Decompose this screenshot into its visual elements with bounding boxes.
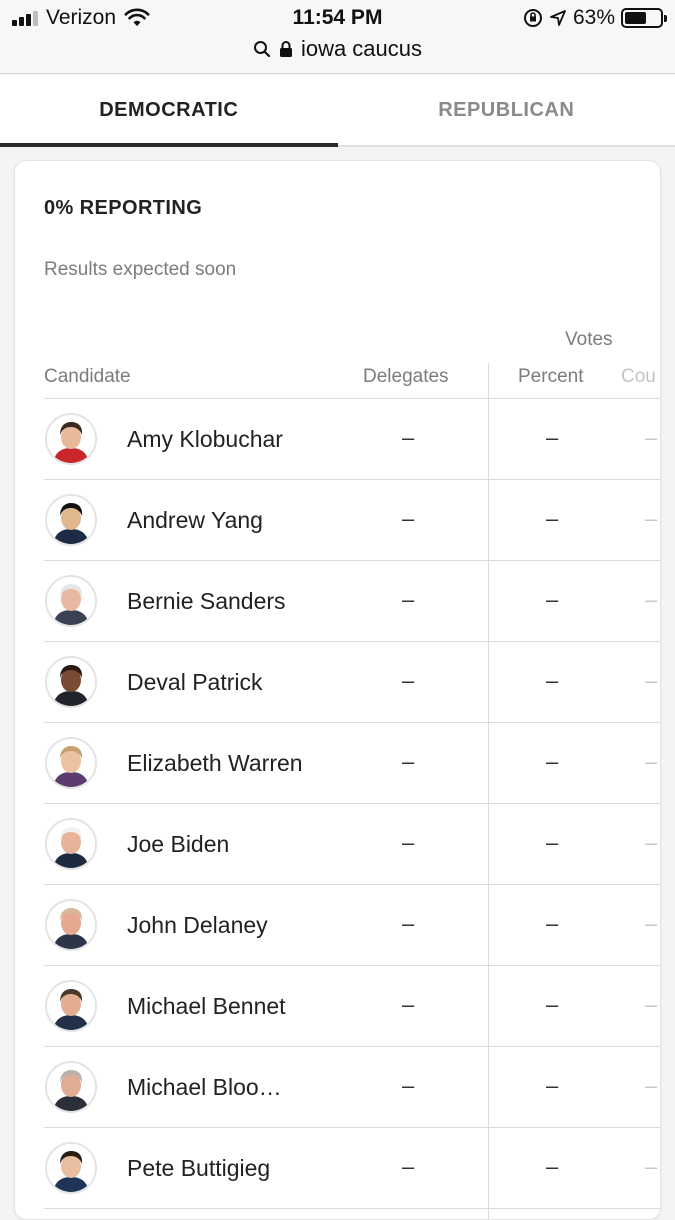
candidate-row[interactable]: Andrew Yang – – –	[44, 480, 660, 561]
candidate-name: Michael Bennet	[127, 993, 286, 1020]
candidate-row[interactable]: Joe Biden – – –	[44, 804, 660, 885]
candidate-row[interactable]: John Delaney – – –	[44, 885, 660, 966]
candidate-avatar	[45, 575, 97, 627]
reporting-status: 0% REPORTING	[44, 197, 202, 220]
delegates-value: –	[402, 506, 414, 532]
candidate-name: Andrew Yang	[127, 507, 263, 534]
results-card: 0% REPORTING Results expected soon Votes…	[14, 160, 661, 1220]
candidate-avatar	[45, 1142, 97, 1194]
candidate-row[interactable]: Michael Bennet – – –	[44, 966, 660, 1047]
candidate-name: Amy Klobuchar	[127, 426, 283, 453]
count-value: –	[645, 587, 657, 613]
candidate-avatar	[45, 1061, 97, 1113]
candidate-avatar	[45, 494, 97, 546]
percent-value: –	[546, 911, 558, 937]
orientation-lock-icon	[523, 8, 543, 28]
candidate-avatar	[45, 818, 97, 870]
status-bar: Verizon 11:54 PM 63% iowa caucus	[0, 0, 675, 74]
percent-value: –	[546, 1154, 558, 1180]
percent-value: –	[546, 425, 558, 451]
candidate-name: Joe Biden	[127, 831, 229, 858]
candidate-name: Deval Patrick	[127, 669, 262, 696]
percent-value: –	[546, 1073, 558, 1099]
delegates-value: –	[402, 1154, 414, 1180]
delegates-value: –	[402, 992, 414, 1018]
candidate-row[interactable]: Elizabeth Warren – – –	[44, 723, 660, 804]
party-tabs: DEMOCRATIC REPUBLICAN	[0, 75, 675, 147]
count-value: –	[645, 425, 657, 451]
percent-value: –	[546, 668, 558, 694]
percent-value: –	[546, 506, 558, 532]
percent-value: –	[546, 830, 558, 856]
tab-democratic[interactable]: DEMOCRATIC	[0, 75, 338, 145]
candidate-avatar	[45, 413, 97, 465]
tab-republican[interactable]: REPUBLICAN	[338, 75, 675, 145]
search-icon	[253, 40, 271, 58]
battery-percent: 63%	[573, 6, 615, 30]
count-value: –	[645, 830, 657, 856]
delegates-value: –	[402, 668, 414, 694]
candidate-avatar	[45, 980, 97, 1032]
candidate-row[interactable]: Amy Klobuchar – – –	[44, 399, 660, 480]
candidate-row[interactable]: Michael Bloo… – – –	[44, 1047, 660, 1128]
results-message: Results expected soon	[44, 259, 236, 281]
count-value: –	[645, 1073, 657, 1099]
candidate-avatar	[45, 656, 97, 708]
delegates-value: –	[402, 911, 414, 937]
percent-value: –	[546, 749, 558, 775]
delegates-value: –	[402, 1073, 414, 1099]
candidate-name: Michael Bloo…	[127, 1074, 282, 1101]
candidate-row[interactable]: Pete Buttigieg – – –	[44, 1128, 660, 1209]
delegates-value: –	[402, 587, 414, 613]
candidate-avatar	[45, 737, 97, 789]
count-value: –	[645, 668, 657, 694]
count-value: –	[645, 749, 657, 775]
candidate-name: Bernie Sanders	[127, 588, 286, 615]
candidate-row[interactable]: Deval Patrick – – –	[44, 642, 660, 723]
percent-value: –	[546, 587, 558, 613]
votes-group-header: Votes	[565, 329, 613, 351]
delegates-value: –	[402, 749, 414, 775]
location-icon	[549, 9, 567, 27]
candidate-avatar	[45, 899, 97, 951]
delegates-value: –	[402, 830, 414, 856]
count-value: –	[645, 992, 657, 1018]
candidate-list: Amy Klobuchar–––Andrew Yang–––Bernie San…	[44, 399, 660, 1209]
column-header-count: Cou	[621, 366, 656, 388]
url-text: iowa caucus	[301, 36, 422, 62]
percent-value: –	[546, 992, 558, 1018]
battery-icon	[621, 8, 663, 28]
address-bar[interactable]: iowa caucus	[0, 36, 675, 62]
candidate-name: John Delaney	[127, 912, 268, 939]
count-value: –	[645, 911, 657, 937]
status-right: 63%	[523, 6, 663, 30]
count-value: –	[645, 1154, 657, 1180]
candidate-name: Elizabeth Warren	[127, 750, 303, 777]
column-header-percent: Percent	[518, 366, 583, 388]
delegates-value: –	[402, 425, 414, 451]
lock-icon	[279, 40, 293, 58]
candidate-name: Pete Buttigieg	[127, 1155, 270, 1182]
count-value: –	[645, 506, 657, 532]
column-header-delegates: Delegates	[363, 366, 449, 388]
column-header-candidate: Candidate	[44, 366, 131, 388]
candidate-row[interactable]: Bernie Sanders – – –	[44, 561, 660, 642]
